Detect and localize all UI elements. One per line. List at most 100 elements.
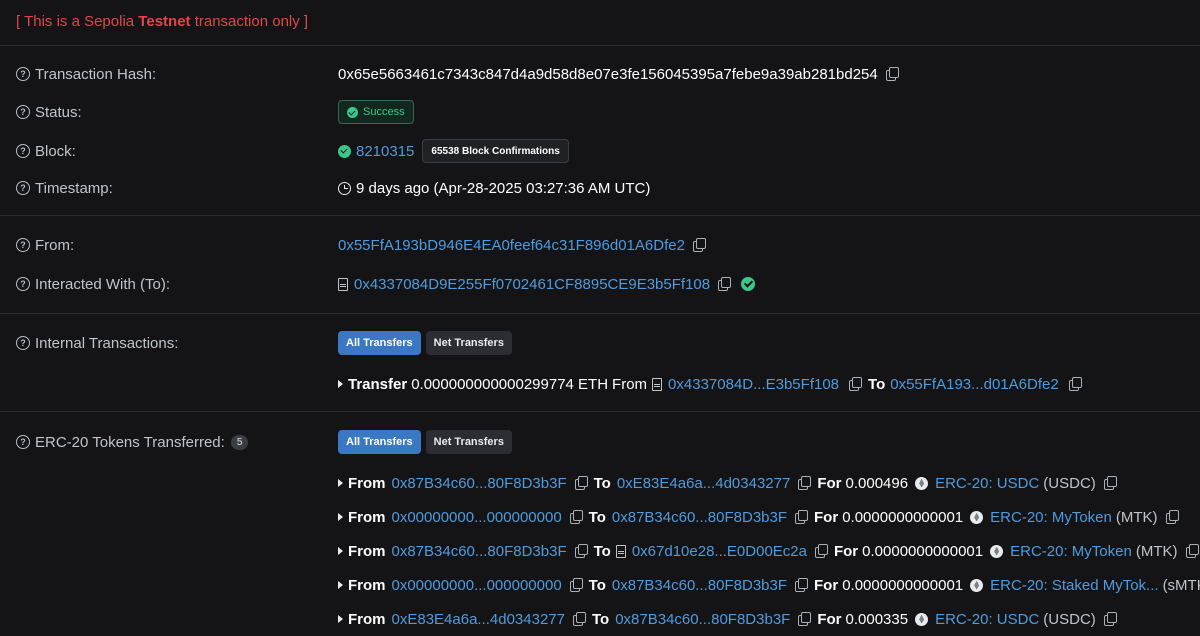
from-address-link[interactable]: 0x55FfA193bD946E4EA0feef64c31F896d01A6Df… <box>338 237 685 254</box>
to-word: To <box>588 508 606 526</box>
copy-icon[interactable] <box>569 510 583 524</box>
token-logo-icon <box>970 510 984 524</box>
transfer-word: Transfer <box>348 375 408 393</box>
testnet-notice-suffix: transaction only ] <box>190 13 309 30</box>
token-name-link[interactable]: ERC-20: Staked MyTok... <box>990 577 1158 594</box>
transaction-details-page: [ This is a Sepolia Testnet transaction … <box>0 0 1200 636</box>
tab-net-transfers[interactable]: Net Transfers <box>425 430 512 454</box>
token-from-link[interactable]: 0x87B34c60...80F8D3b3F <box>392 543 567 560</box>
token-to-link[interactable]: 0x87B34c60...80F8D3b3F <box>615 611 790 628</box>
token-logo-icon <box>915 612 929 626</box>
copy-icon[interactable] <box>718 277 732 291</box>
token-transfer-row: From 0x00000000...000000000 To 0x87B34c6… <box>0 505 1200 529</box>
contract-icon <box>652 377 663 391</box>
help-icon[interactable]: ? <box>16 336 30 350</box>
help-icon[interactable]: ? <box>16 181 30 195</box>
from-word: From <box>348 542 386 560</box>
copy-icon[interactable] <box>798 476 812 490</box>
to-word: To <box>868 375 886 393</box>
copy-icon[interactable] <box>1185 544 1199 558</box>
erc20-count-badge: 5 <box>230 434 249 450</box>
timestamp-label: ? Timestamp: <box>16 180 113 197</box>
token-symbol: (USDC) <box>1043 610 1096 628</box>
block-number-link[interactable]: 8210315 <box>356 143 414 160</box>
token-symbol: (MTK) <box>1115 508 1158 526</box>
from-word: From <box>612 375 648 393</box>
internal-transactions-label: ? Internal Transactions: <box>16 335 178 352</box>
token-amount: 0.0000000000001 <box>862 542 984 560</box>
internal-transfer-row: Transfer 0.000000000000299774 ETH From 0… <box>0 372 1200 396</box>
status-row: ? Status: Success <box>0 100 1200 124</box>
clock-icon <box>338 181 351 195</box>
help-icon[interactable]: ? <box>16 144 30 158</box>
help-icon[interactable]: ? <box>16 435 30 449</box>
tab-net-transfers[interactable]: Net Transfers <box>425 331 512 355</box>
to-word: To <box>592 610 610 628</box>
copy-icon[interactable] <box>1103 612 1117 626</box>
token-from-link[interactable]: 0xE83E4a6a...4d0343277 <box>392 611 566 628</box>
contract-icon <box>338 277 348 291</box>
copy-icon[interactable] <box>798 612 812 626</box>
internal-from-link[interactable]: 0x4337084D...E3b5Ff108 <box>668 376 839 393</box>
from-label: ? From: <box>16 237 74 254</box>
transaction-hash-label: ? Transaction Hash: <box>16 66 156 83</box>
block-row: ? Block: 8210315 65538 Block Confirmation… <box>0 139 1200 163</box>
timestamp-value: 9 days ago (Apr-28-2025 03:27:36 AM UTC) <box>356 179 651 197</box>
divider <box>0 45 1200 46</box>
token-to-link[interactable]: 0xE83E4a6a...4d0343277 <box>617 475 791 492</box>
token-to-link[interactable]: 0x87B34c60...80F8D3b3F <box>612 577 787 594</box>
token-from-link[interactable]: 0x00000000...000000000 <box>392 577 562 594</box>
token-name-link[interactable]: ERC-20: MyToken <box>990 509 1112 526</box>
copy-icon[interactable] <box>814 544 828 558</box>
caret-right-icon <box>338 581 343 589</box>
copy-icon[interactable] <box>885 67 899 81</box>
for-word: For <box>817 610 842 628</box>
from-word: From <box>348 610 386 628</box>
token-to-link[interactable]: 0x87B34c60...80F8D3b3F <box>612 509 787 526</box>
divider <box>0 313 1200 314</box>
interacted-with-value-wrap: 0x4337084D9E255Ff0702461CF8895CE9E3b5Ff1… <box>338 276 756 293</box>
caret-right-icon <box>338 479 343 487</box>
token-name-link[interactable]: ERC-20: USDC <box>935 611 1039 628</box>
for-word: For <box>814 508 839 526</box>
check-circle-icon <box>347 106 358 118</box>
copy-icon[interactable] <box>574 544 588 558</box>
from-word: From <box>348 508 386 526</box>
token-logo-icon <box>915 476 929 490</box>
copy-icon[interactable] <box>1103 476 1117 490</box>
token-from-link[interactable]: 0x00000000...000000000 <box>392 509 562 526</box>
token-from-link[interactable]: 0x87B34c60...80F8D3b3F <box>392 475 567 492</box>
token-name-link[interactable]: ERC-20: MyToken <box>1010 543 1132 560</box>
tab-all-transfers[interactable]: All Transfers <box>338 430 421 454</box>
copy-icon[interactable] <box>795 578 809 592</box>
help-icon[interactable]: ? <box>16 277 30 291</box>
copy-icon[interactable] <box>692 238 706 252</box>
timestamp-row: ? Timestamp: 9 days ago (Apr-28-2025 03:2… <box>0 176 1200 200</box>
copy-icon[interactable] <box>795 510 809 524</box>
internal-to-link[interactable]: 0x55FfA193...d01A6Dfe2 <box>890 376 1058 393</box>
caret-right-icon <box>338 513 343 521</box>
contract-icon <box>615 544 626 558</box>
transaction-hash-value-wrap: 0x65e5663461c7343c847d4a9d58d8e07e3fe156… <box>338 66 899 83</box>
token-transfer-row: From 0x87B34c60...80F8D3b3F To 0xE83E4a6… <box>0 471 1200 495</box>
status-badge: Success <box>338 100 414 124</box>
erc20-label: ? ERC-20 Tokens Transferred: 5 <box>16 434 249 451</box>
copy-icon[interactable] <box>574 476 588 490</box>
for-word: For <box>833 542 859 560</box>
copy-icon[interactable] <box>1165 510 1179 524</box>
help-icon[interactable]: ? <box>16 238 30 252</box>
to-address-link[interactable]: 0x4337084D9E255Ff0702461CF8895CE9E3b5Ff1… <box>354 276 710 293</box>
token-name-link[interactable]: ERC-20: USDC <box>935 475 1039 492</box>
copy-icon[interactable] <box>1068 377 1082 391</box>
copy-icon[interactable] <box>569 578 583 592</box>
copy-icon[interactable] <box>849 377 863 391</box>
token-to-link[interactable]: 0x67d10e28...E0D00Ec2a <box>632 543 807 560</box>
help-icon[interactable]: ? <box>16 105 30 119</box>
help-icon[interactable]: ? <box>16 67 30 81</box>
tab-all-transfers[interactable]: All Transfers <box>338 331 421 355</box>
verified-check-icon <box>741 277 756 291</box>
token-logo-icon <box>990 544 1004 558</box>
copy-icon[interactable] <box>573 612 586 626</box>
token-transfer-line: From 0x00000000...000000000 To 0x87B34c6… <box>338 509 1179 526</box>
to-word: To <box>593 474 611 492</box>
